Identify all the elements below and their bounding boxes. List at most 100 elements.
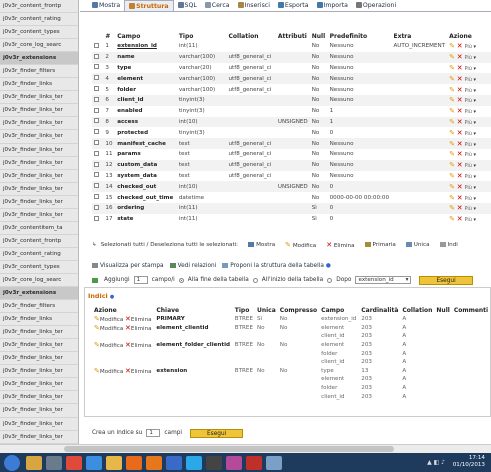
sidebar-table-item[interactable]: j0v3r_finder_links_ter <box>0 378 78 392</box>
more-dropdown-icon[interactable]: ▾ <box>472 131 477 137</box>
row-checkbox[interactable] <box>94 215 99 221</box>
sidebar-table-item[interactable]: j0v3r_finder_links <box>0 78 78 92</box>
index-delete-link[interactable]: ✕Elimina <box>125 341 152 349</box>
row-checkbox[interactable] <box>94 53 99 59</box>
sidebar-table-item[interactable]: j0v3r_extensions <box>0 52 78 66</box>
edit-pencil-icon[interactable]: ✎ <box>449 53 455 61</box>
create-index-count-input[interactable]: 1 <box>146 429 161 437</box>
after-field-select[interactable]: extension_id ▾ <box>355 276 412 284</box>
more-dropdown-icon[interactable]: ▾ <box>472 98 477 104</box>
header-tipo[interactable]: Tipo <box>177 32 227 41</box>
explorer-icon[interactable] <box>26 455 42 470</box>
after-radio[interactable] <box>327 277 333 283</box>
tab-sql[interactable]: SQL <box>174 0 201 11</box>
row-checkbox[interactable] <box>94 161 99 167</box>
sidebar-table-item[interactable]: j0v3r_finder_links_ter <box>0 104 78 118</box>
sidebar-table-item[interactable]: j0v3r_finder_links_ter <box>0 209 78 222</box>
sidebar-table-item[interactable]: j0v3r_content_frontp <box>0 0 78 14</box>
delete-x-icon[interactable]: ✕ <box>457 161 463 169</box>
sidebar-table-item[interactable]: j0v3r_finder_links_ter <box>0 365 78 379</box>
sidebar-table-item[interactable]: j0v3r_finder_links_ter <box>0 130 78 144</box>
start-button[interactable] <box>4 454 20 471</box>
more-dropdown-icon[interactable]: ▾ <box>472 77 477 83</box>
row-checkbox[interactable] <box>94 183 99 189</box>
sidebar-table-item[interactable]: j0v3r_finder_links_ter <box>0 91 78 105</box>
more-link[interactable]: Più <box>464 174 471 180</box>
sidebar-table-item[interactable]: j0v3r_finder_links_ter <box>0 170 78 183</box>
sidebar-table-item[interactable]: j0v3r_finder_filters <box>0 300 78 314</box>
header-collation[interactable]: Collation <box>227 32 276 41</box>
delete-x-icon[interactable]: ✕ <box>457 64 463 72</box>
edit-pencil-icon[interactable]: ✎ <box>449 194 455 202</box>
delete-x-icon[interactable]: ✕ <box>457 172 463 180</box>
tab-cerca[interactable]: Cerca <box>201 0 234 11</box>
more-dropdown-icon[interactable]: ▾ <box>472 217 477 223</box>
index-delete-link[interactable]: ✕Elimina <box>125 324 152 332</box>
relation-view-link[interactable]: Vedi relazioni <box>169 263 216 269</box>
delete-x-icon[interactable]: ✕ <box>457 75 463 83</box>
more-link[interactable]: Più <box>464 163 471 169</box>
delete-x-icon[interactable]: ✕ <box>457 42 463 50</box>
more-dropdown-icon[interactable]: ▾ <box>472 196 477 202</box>
index-edit-link[interactable]: ✎Modifica <box>94 367 123 375</box>
more-dropdown-icon[interactable]: ▾ <box>472 44 477 50</box>
tab-esporta[interactable]: Esporta <box>274 0 313 11</box>
add-field-count-input[interactable]: 1 <box>133 276 148 284</box>
row-checkbox[interactable] <box>94 172 99 178</box>
horizontal-scrollbar[interactable] <box>0 444 491 453</box>
tray-icons[interactable]: ▲ ◧ ♪ <box>427 459 445 466</box>
row-checkbox[interactable] <box>94 204 99 210</box>
tab-importa[interactable]: Importa <box>313 0 352 11</box>
more-link[interactable]: Più <box>464 98 471 104</box>
bulk-browse-button[interactable]: Mostra <box>248 242 275 248</box>
delete-x-icon[interactable]: ✕ <box>457 129 463 137</box>
index-edit-link[interactable]: ✎Modifica <box>94 315 123 323</box>
row-checkbox[interactable] <box>94 194 99 200</box>
row-checkbox[interactable] <box>94 96 99 102</box>
edit-pencil-icon[interactable]: ✎ <box>449 172 455 180</box>
edit-pencil-icon[interactable]: ✎ <box>449 150 455 158</box>
more-dropdown-icon[interactable]: ▾ <box>472 163 477 169</box>
index-delete-link[interactable]: ✕Elimina <box>125 367 152 375</box>
row-checkbox[interactable] <box>94 42 99 48</box>
more-link[interactable]: Più <box>464 185 471 191</box>
sidebar-table-item[interactable]: j0v3r_finder_links_ter <box>0 418 78 431</box>
edit-pencil-icon[interactable]: ✎ <box>449 161 455 169</box>
more-link[interactable]: Più <box>464 88 471 94</box>
word-icon[interactable] <box>166 455 182 470</box>
more-dropdown-icon[interactable]: ▾ <box>472 120 477 126</box>
app-icon[interactable] <box>46 455 62 470</box>
add-field-go-button[interactable]: Esegui <box>419 275 473 285</box>
scrollbar-thumb[interactable] <box>64 446 394 452</box>
folder-icon[interactable] <box>106 455 122 470</box>
row-checkbox[interactable] <box>94 64 99 70</box>
sidebar-table-item[interactable]: j0v3r_core_log_searc <box>0 39 78 53</box>
bulk-delete-button[interactable]: ✕ Elimina <box>326 241 354 249</box>
row-checkbox[interactable] <box>94 118 99 124</box>
more-dropdown-icon[interactable]: ▾ <box>472 174 477 180</box>
row-checkbox[interactable] <box>94 129 99 135</box>
more-dropdown-icon[interactable]: ▾ <box>472 152 477 158</box>
header-predefinito[interactable]: Predefinito <box>328 32 392 41</box>
select-all-link[interactable]: Selezionati tutti / Deseleziona tutti le… <box>101 242 238 248</box>
more-link[interactable]: Più <box>464 109 471 115</box>
delete-x-icon[interactable]: ✕ <box>457 140 463 148</box>
header-null[interactable]: Null <box>310 32 328 41</box>
sidebar-table-item[interactable]: j0v3r_finder_links <box>0 313 78 327</box>
tab-operazioni[interactable]: Operazioni <box>352 0 400 11</box>
edit-pencil-icon[interactable]: ✎ <box>449 215 455 223</box>
delete-x-icon[interactable]: ✕ <box>457 183 463 191</box>
more-link[interactable]: Più <box>464 217 471 223</box>
sidebar-table-item[interactable]: j0v3r_extensions <box>0 287 78 301</box>
sidebar-table-item[interactable]: j0v3r_finder_links_ter <box>0 183 78 196</box>
help-icon[interactable]: ● <box>326 263 331 269</box>
index-delete-link[interactable]: ✕Elimina <box>125 315 152 323</box>
header-extra[interactable]: Extra <box>391 32 447 41</box>
more-dropdown-icon[interactable]: ▾ <box>472 66 477 72</box>
print-view-link[interactable]: Visualizza per stampa <box>92 263 164 269</box>
firefox-icon[interactable] <box>146 455 162 470</box>
chrome-icon[interactable] <box>66 455 82 470</box>
ie-icon[interactable] <box>86 455 102 470</box>
more-dropdown-icon[interactable]: ▾ <box>472 55 477 61</box>
sidebar-table-item[interactable]: j0v3r_content_rating <box>0 248 78 261</box>
